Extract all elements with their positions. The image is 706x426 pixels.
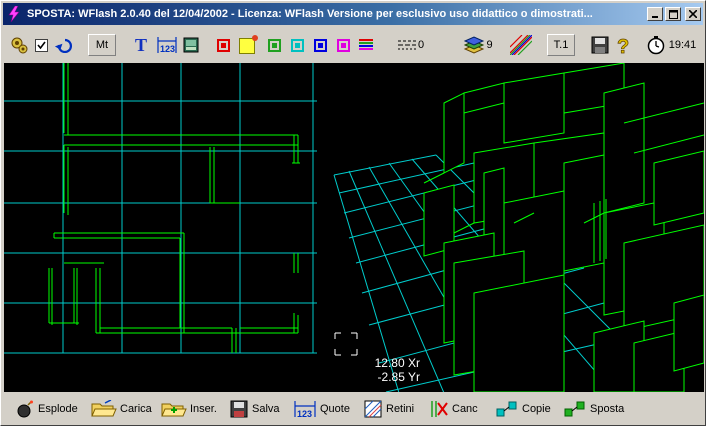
- clock-time: 19:41: [668, 39, 697, 51]
- maximize-button[interactable]: [665, 7, 681, 21]
- color-blue-icon[interactable]: [311, 29, 329, 61]
- color-red-icon[interactable]: [214, 29, 232, 61]
- app-window: SPOSTA: WFlash 2.0.40 del 12/04/2002 - L…: [0, 0, 706, 426]
- layers-icon[interactable]: [463, 35, 485, 55]
- command-bar: Esplode Carica Inser. Salva 123 Quote Re…: [3, 395, 703, 423]
- color-magenta-icon[interactable]: [334, 29, 352, 61]
- quote-button[interactable]: 123 Quote: [293, 397, 350, 421]
- svg-text:123: 123: [297, 409, 312, 419]
- plan-walls: [48, 63, 300, 353]
- readout-y: -2.85 Yr: [377, 370, 420, 384]
- units-button[interactable]: Mt: [88, 34, 116, 56]
- layers-count: 9: [486, 39, 493, 51]
- folder-open-icon: [91, 399, 117, 419]
- retini-button[interactable]: Retini: [363, 397, 414, 421]
- svg-text:123: 123: [160, 44, 175, 54]
- readout-x: 12.80 Xr: [374, 356, 420, 370]
- copy-icon: [495, 399, 519, 419]
- sposta-label: Sposta: [590, 403, 625, 415]
- esplode-button[interactable]: Esplode: [15, 397, 78, 421]
- coordinate-readout: 12.80 Xr -2.85 Yr: [364, 356, 420, 384]
- copie-button[interactable]: Copie: [495, 397, 551, 421]
- sposta-button[interactable]: Sposta: [563, 397, 624, 421]
- snap-checkbox[interactable]: [34, 29, 48, 61]
- bomb-icon: [15, 399, 35, 419]
- quote-label: Quote: [320, 403, 350, 415]
- snap-marker-icon[interactable]: [334, 332, 358, 356]
- minimize-button[interactable]: [647, 7, 663, 21]
- color-palette-icon[interactable]: [357, 29, 375, 61]
- retini-label: Retini: [386, 403, 415, 415]
- salva-button[interactable]: Salva: [229, 397, 280, 421]
- inser-button[interactable]: Inser.: [161, 397, 217, 421]
- canc-label: Canc: [452, 403, 478, 415]
- title-bar[interactable]: SPOSTA: WFlash 2.0.40 del 12/04/2002 - L…: [3, 3, 703, 25]
- image-tool-icon[interactable]: [181, 29, 201, 61]
- copie-label: Copie: [522, 403, 551, 415]
- help-icon[interactable]: ?: [613, 29, 635, 61]
- gear-settings-icon[interactable]: [9, 29, 29, 61]
- color-cyan-icon[interactable]: [288, 29, 306, 61]
- svg-text:?: ?: [617, 36, 629, 56]
- cad-drawing[interactable]: [4, 63, 704, 392]
- dimension-tool-icon[interactable]: 123: [156, 29, 178, 61]
- folder-insert-icon: [161, 399, 187, 419]
- dimension-icon: 123: [293, 399, 317, 419]
- undo-icon[interactable]: [53, 29, 75, 61]
- move-icon: [563, 399, 587, 419]
- line-style-icon[interactable]: [397, 39, 416, 51]
- floppy-icon: [229, 399, 249, 419]
- hatch-icon: [363, 399, 383, 419]
- save-floppy-icon[interactable]: [590, 29, 610, 61]
- line-style-count: 0: [417, 39, 425, 51]
- flash-app-icon: [5, 5, 23, 23]
- window-title: SPOSTA: WFlash 2.0.40 del 12/04/2002 - L…: [27, 8, 593, 20]
- hatch-lines-icon[interactable]: [509, 29, 533, 61]
- canc-button[interactable]: Canc: [429, 397, 478, 421]
- carica-label: Carica: [120, 403, 152, 415]
- stopwatch-icon[interactable]: [646, 35, 666, 55]
- inser-label: Inser.: [190, 403, 217, 415]
- 3d-walls: [423, 63, 704, 392]
- plan-grid: [4, 63, 317, 354]
- drawing-canvas[interactable]: 12.80 Xr -2.85 Yr: [4, 63, 704, 392]
- carica-button[interactable]: Carica: [91, 397, 152, 421]
- color-yellow-icon[interactable]: [238, 29, 260, 61]
- close-button[interactable]: [685, 7, 701, 21]
- toolbar: Mt T 123 0 9 T.1 ? 19:41: [3, 29, 703, 61]
- color-green-icon[interactable]: [265, 29, 283, 61]
- salva-label: Salva: [252, 403, 280, 415]
- thickness-button[interactable]: T.1: [547, 34, 575, 56]
- esplode-label: Esplode: [38, 403, 78, 415]
- erase-icon: [429, 399, 449, 419]
- text-tool-icon[interactable]: T: [133, 29, 149, 61]
